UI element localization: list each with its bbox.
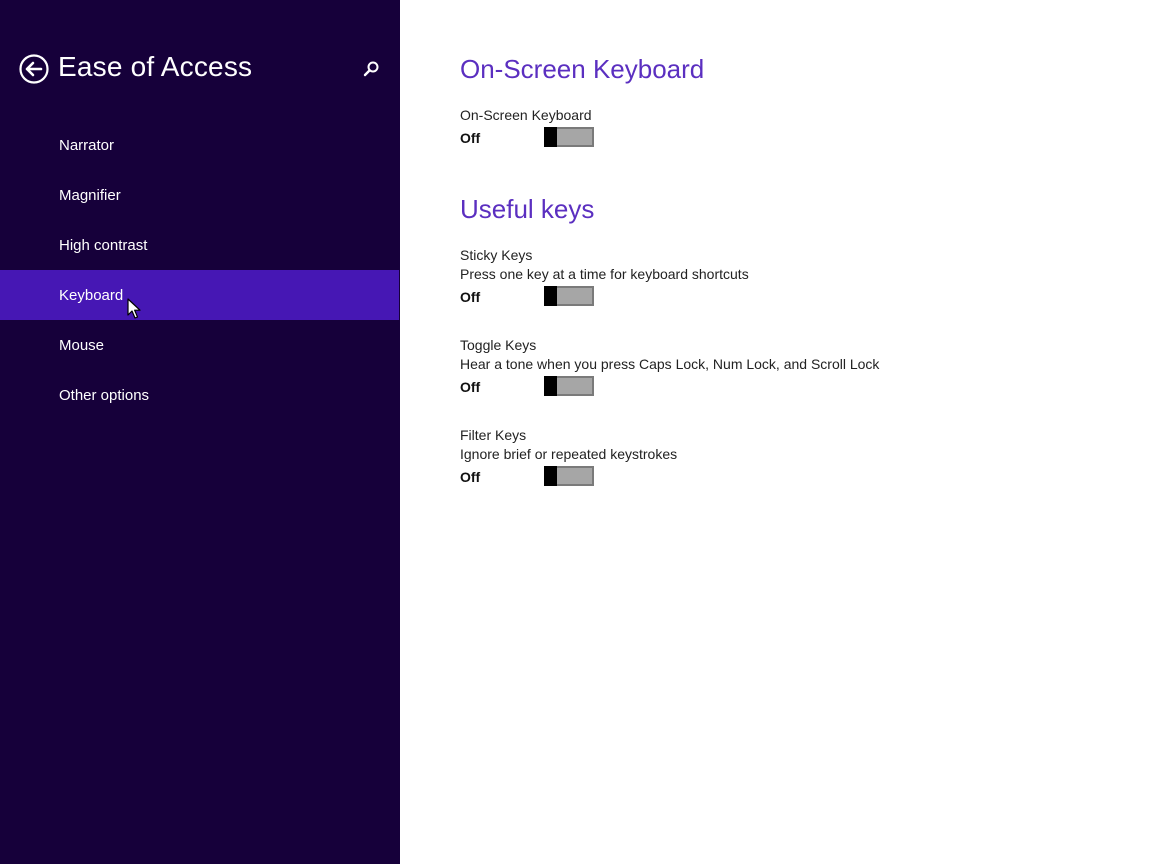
nav-item-keyboard[interactable]: Keyboard xyxy=(0,270,399,320)
setting-title: Sticky Keys xyxy=(460,247,533,263)
nav-item-label: Magnifier xyxy=(59,186,121,204)
toggle-state-label: Off xyxy=(460,289,481,305)
settings-content-pane: On-Screen Keyboard On-Screen Keyboard Of… xyxy=(400,0,1152,864)
setting-description: Hear a tone when you press Caps Lock, Nu… xyxy=(460,356,880,372)
toggle-state-label: Off xyxy=(460,469,481,485)
settings-nav-list: Narrator Magnifier High contrast Keyboar… xyxy=(0,120,399,420)
nav-item-label: Other options xyxy=(59,386,150,404)
setting-description: Press one key at a time for keyboard sho… xyxy=(460,266,749,282)
section-heading-on-screen-keyboard: On-Screen Keyboard xyxy=(460,54,705,84)
toggle-thumb xyxy=(544,286,557,306)
toggle-row: Off xyxy=(460,376,1100,398)
nav-item-high-contrast[interactable]: High contrast xyxy=(0,220,399,270)
search-icon xyxy=(363,61,379,77)
nav-item-label: Narrator xyxy=(59,136,115,154)
filter-keys-toggle[interactable] xyxy=(544,466,594,486)
setting-filter-keys: Filter Keys Ignore brief or repeated key… xyxy=(460,426,1100,488)
toggle-state-label: Off xyxy=(460,379,481,395)
nav-item-mouse[interactable]: Mouse xyxy=(0,320,399,370)
nav-item-label: High contrast xyxy=(59,236,148,254)
settings-left-pane: Ease of Access Narrator Magnifier High c… xyxy=(0,0,400,864)
setting-title: Toggle Keys xyxy=(460,337,537,353)
setting-title: On-Screen Keyboard xyxy=(460,107,592,123)
toggle-state-label: Off xyxy=(460,130,481,146)
toggle-row: Off xyxy=(460,127,1100,149)
on-screen-keyboard-toggle[interactable] xyxy=(544,127,594,147)
toggle-thumb xyxy=(544,127,557,147)
nav-item-other-options[interactable]: Other options xyxy=(0,370,399,420)
toggle-keys-toggle[interactable] xyxy=(544,376,594,396)
toggle-row: Off xyxy=(460,466,1100,488)
setting-description: Ignore brief or repeated keystrokes xyxy=(460,446,678,462)
nav-item-magnifier[interactable]: Magnifier xyxy=(0,170,399,220)
back-arrow-icon xyxy=(19,54,49,84)
setting-title: Filter Keys xyxy=(460,427,527,443)
setting-toggle-keys: Toggle Keys Hear a tone when you press C… xyxy=(460,336,1100,398)
nav-item-label: Keyboard xyxy=(59,286,124,304)
setting-on-screen-keyboard: On-Screen Keyboard Off xyxy=(460,106,1100,149)
setting-sticky-keys: Sticky Keys Press one key at a time for … xyxy=(460,246,1100,308)
back-button[interactable] xyxy=(19,54,49,84)
page-title: Ease of Access xyxy=(58,51,253,82)
search-button[interactable] xyxy=(360,59,382,81)
toggle-thumb xyxy=(544,466,557,486)
sticky-keys-toggle[interactable] xyxy=(544,286,594,306)
nav-item-label: Mouse xyxy=(59,336,105,354)
nav-item-narrator[interactable]: Narrator xyxy=(0,120,399,170)
toggle-row: Off xyxy=(460,286,1100,308)
section-heading-useful-keys: Useful keys xyxy=(460,194,595,224)
toggle-thumb xyxy=(544,376,557,396)
